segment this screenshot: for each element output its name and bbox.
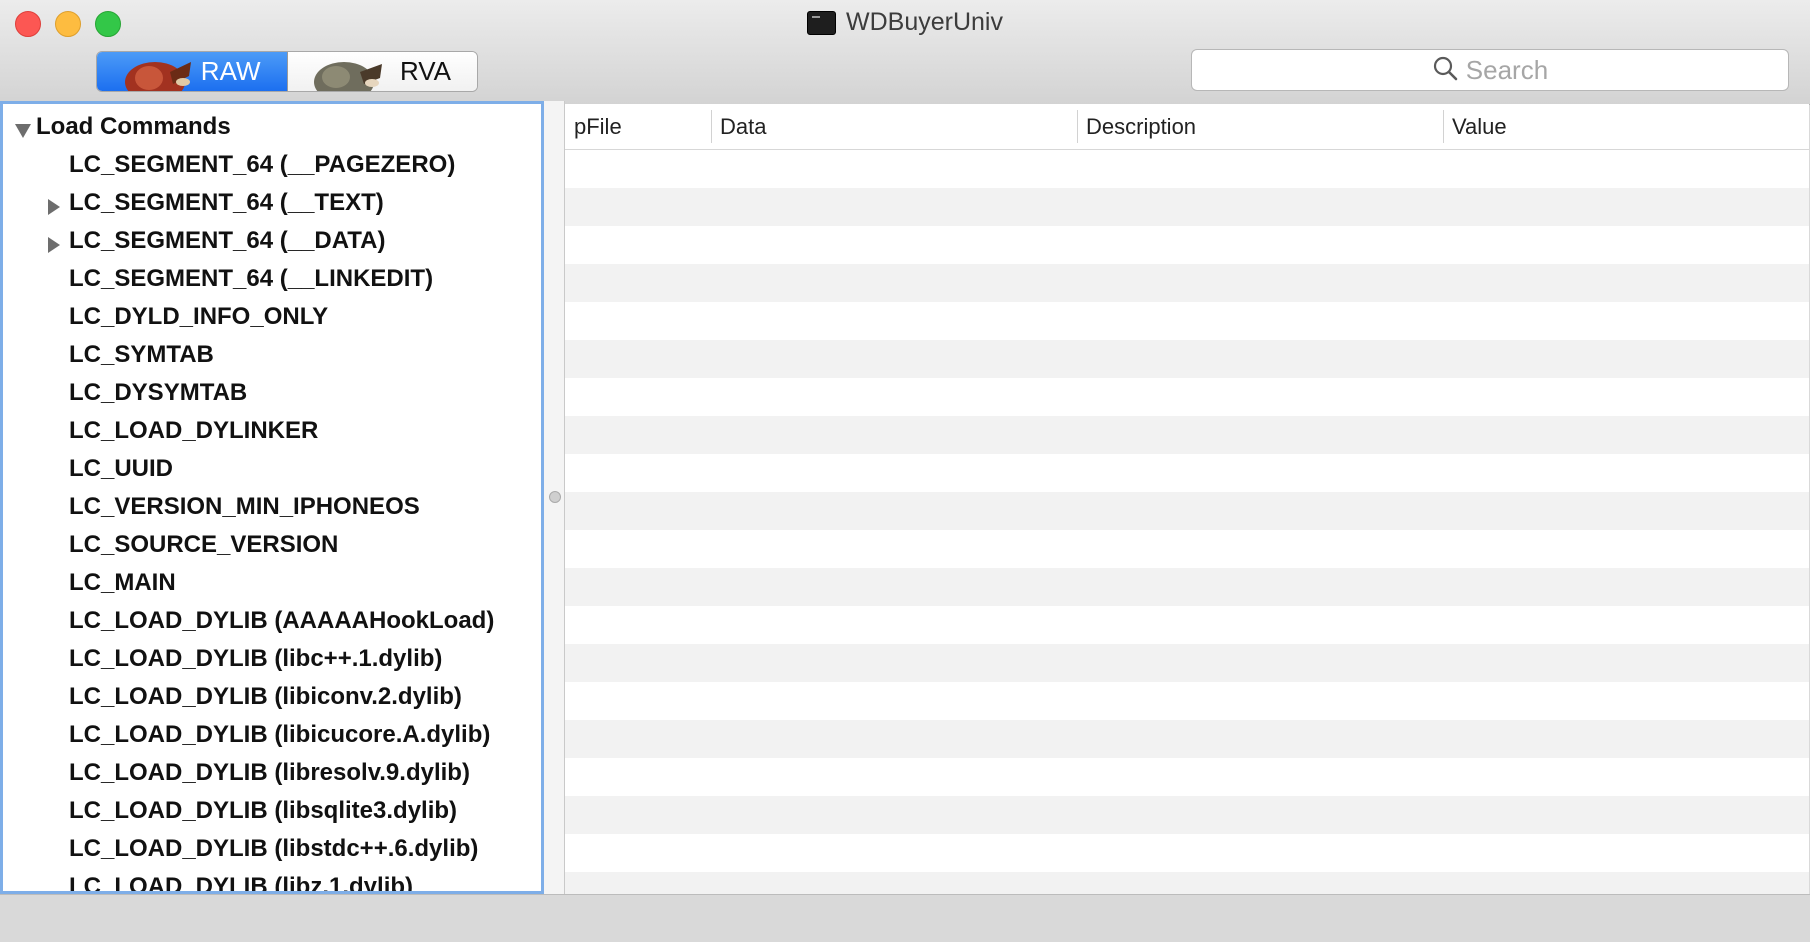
table-row[interactable] xyxy=(565,226,1809,264)
title-bar: WDBuyerUniv RAW RVA Search xyxy=(0,0,1810,105)
details-table[interactable]: pFile Data Description Value xyxy=(565,104,1809,894)
window-title: WDBuyerUniv xyxy=(846,8,1003,36)
column-header-pfile[interactable]: pFile xyxy=(565,104,711,149)
table-row[interactable] xyxy=(565,796,1809,834)
table-row[interactable] xyxy=(565,454,1809,492)
window-title-area: WDBuyerUniv xyxy=(0,8,1810,40)
table-row[interactable] xyxy=(565,150,1809,188)
rva-mode-icon xyxy=(304,52,390,91)
tree-item-label: LC_SEGMENT_64 (__TEXT) xyxy=(69,189,384,216)
rva-mode-label: RVA xyxy=(399,56,451,86)
table-row[interactable] xyxy=(565,340,1809,378)
table-row[interactable] xyxy=(565,834,1809,872)
table-row[interactable] xyxy=(565,416,1809,454)
table-row[interactable] xyxy=(565,302,1809,340)
tree-item-label: LC_LOAD_DYLIB (libz.1.dylib) xyxy=(69,873,414,894)
tree-item-label: LC_LOAD_DYLIB (libresolv.9.dylib) xyxy=(69,759,470,786)
address-mode-segmented-control: RAW RVA xyxy=(96,51,478,92)
tree-item-label: LC_SEGMENT_64 (__LINKEDIT) xyxy=(69,265,434,292)
tree-item-label: LC_LOAD_DYLIB (libstdc++.6.dylib) xyxy=(69,835,479,862)
status-bar xyxy=(0,894,1810,942)
magnifier-icon xyxy=(1432,55,1458,86)
tree-item-label: LC_SEGMENT_64 (__PAGEZERO) xyxy=(69,151,456,178)
table-row[interactable] xyxy=(565,644,1809,682)
tree-item-label: LC_VERSION_MIN_IPHONEOS xyxy=(69,493,420,520)
table-row[interactable] xyxy=(565,682,1809,720)
table-row[interactable] xyxy=(565,378,1809,416)
table-row[interactable] xyxy=(565,606,1809,644)
table-row[interactable] xyxy=(565,758,1809,796)
tree-item-label: LC_DYLD_INFO_ONLY xyxy=(69,303,329,330)
load-commands-outline[interactable]: Load Commands LC_SEGMENT_64 (__PAGEZERO)… xyxy=(0,101,544,894)
search-placeholder: Search xyxy=(1465,54,1549,85)
raw-mode-button[interactable]: RAW xyxy=(97,52,288,91)
column-header-data[interactable]: Data xyxy=(711,104,1077,149)
tree-root-label: Load Commands xyxy=(36,113,231,140)
divider-handle[interactable] xyxy=(549,491,561,503)
tree-item-label: LC_LOAD_DYLIB (libc++.1.dylib) xyxy=(69,645,443,672)
tree-item-label: LC_MAIN xyxy=(69,569,176,596)
raw-mode-icon xyxy=(115,52,197,91)
column-header-value[interactable]: Value xyxy=(1443,104,1809,149)
table-header: pFile Data Description Value xyxy=(565,104,1809,150)
disclosure-collapsed-icon[interactable] xyxy=(47,233,61,261)
tree-item-label: LC_LOAD_DYLIB (AAAAAHookLoad) xyxy=(69,607,495,634)
tree-item-label: LC_LOAD_DYLIB (libsqlite3.dylib) xyxy=(69,797,458,824)
table-row[interactable] xyxy=(565,872,1809,894)
table-row[interactable] xyxy=(565,264,1809,302)
table-row[interactable] xyxy=(565,568,1809,606)
disclosure-collapsed-icon[interactable] xyxy=(47,195,61,223)
app-window: WDBuyerUniv RAW RVA Search Load Commands… xyxy=(0,0,1810,942)
disclosure-expanded-icon[interactable] xyxy=(14,118,32,146)
table-row[interactable] xyxy=(565,530,1809,568)
rva-mode-button[interactable]: RVA xyxy=(287,52,477,91)
tree-item-label: LC_UUID xyxy=(69,455,174,482)
tree-item-label: LC_DYSYMTAB xyxy=(69,379,248,406)
tree-item-label: LC_SOURCE_VERSION xyxy=(69,531,339,558)
table-row[interactable] xyxy=(565,720,1809,758)
tree-item-label: LC_LOAD_DYLIB (libiconv.2.dylib) xyxy=(69,683,462,710)
tree-item-label: LC_SYMTAB xyxy=(69,341,214,368)
terminal-document-icon xyxy=(807,10,836,35)
tree-item-label: LC_LOAD_DYLIB (libicucore.A.dylib) xyxy=(69,721,491,748)
raw-mode-label: RAW xyxy=(200,56,261,86)
search-field[interactable]: Search xyxy=(1191,49,1789,91)
column-header-description[interactable]: Description xyxy=(1077,104,1443,149)
tree-item-label: LC_LOAD_DYLINKER xyxy=(69,417,319,444)
split-view-divider[interactable] xyxy=(544,101,565,894)
table-row[interactable] xyxy=(565,188,1809,226)
table-row[interactable] xyxy=(565,492,1809,530)
tree-item-label: LC_SEGMENT_64 (__DATA) xyxy=(69,227,386,254)
